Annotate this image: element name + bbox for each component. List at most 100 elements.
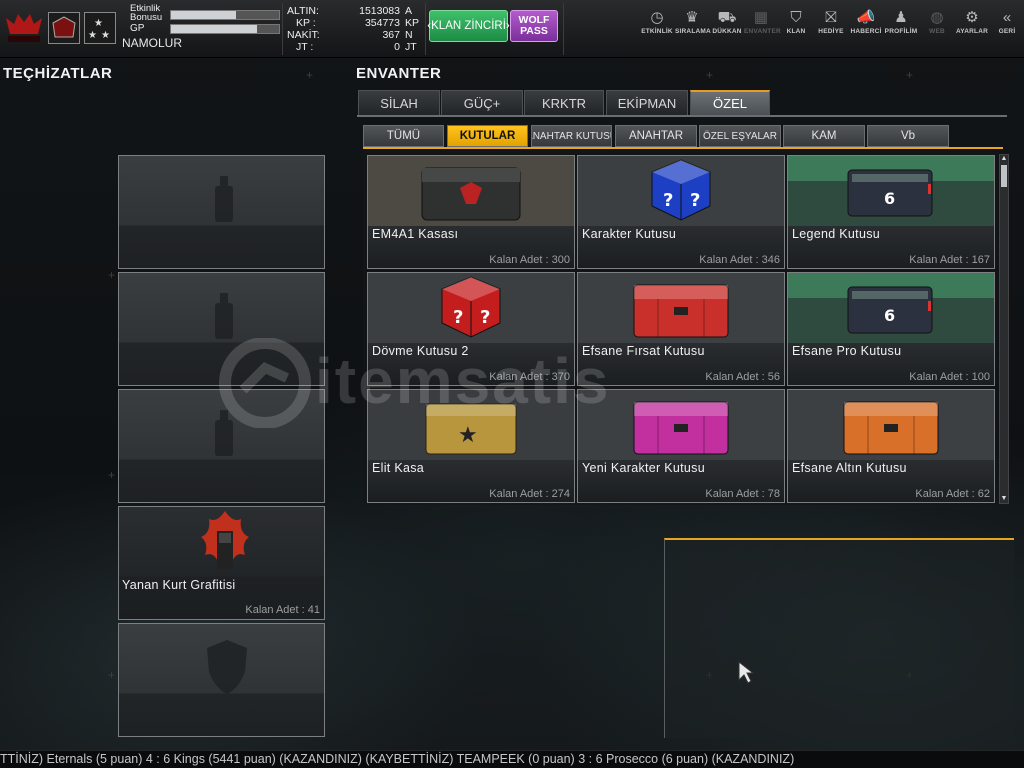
tab-2[interactable]: KRKTR — [524, 90, 604, 116]
klan-zinciri-button[interactable]: ‹KLAN ZİNCİRİ› — [427, 10, 510, 42]
inventory-icon: ▦ — [753, 9, 769, 26]
inventory-item-card[interactable]: 6 Efsane Pro Kutusu Kalan Adet : 100 — [787, 272, 995, 386]
grid-scrollbar[interactable]: ▲ ▼ — [999, 154, 1009, 504]
nav-etki̇nli̇k[interactable]: ◷ ETKİNLİK — [640, 8, 674, 35]
svg-text:?: ? — [690, 190, 700, 211]
currency-label: KP : — [296, 17, 316, 29]
equipment-slot[interactable] — [118, 272, 325, 386]
subtab-0[interactable]: TÜMÜ — [363, 125, 444, 147]
spray-can-icon — [213, 408, 235, 458]
currency-label: ALTIN: — [287, 5, 319, 17]
currency-value: 367 — [382, 29, 400, 41]
item-count: Kalan Adet : 167 — [909, 254, 990, 266]
item-count: Kalan Adet : 274 — [489, 488, 570, 500]
subtab-5[interactable]: KAM — [783, 125, 865, 147]
svg-text:?: ? — [663, 190, 673, 211]
scroll-down-icon[interactable]: ▼ — [1000, 495, 1008, 503]
subtab-6[interactable]: Vb — [867, 125, 949, 147]
item-name: Efsane Fırsat Kutusu — [582, 344, 705, 358]
equipment-slot[interactable] — [118, 155, 325, 269]
item-name: Efsane Altın Kutusu — [792, 461, 907, 475]
svg-text:6: 6 — [884, 189, 895, 208]
item-image — [578, 273, 784, 343]
equipment-heading: TEÇHİZATLAR — [3, 65, 113, 82]
gp-bar — [170, 24, 280, 34]
inventory-item-card[interactable]: ? ? Karakter Kutusu Kalan Adet : 346 — [577, 155, 785, 269]
nav-web: ◍ WEB — [920, 8, 954, 35]
match-ticker: TTİNİZ) Eternals (5 puan) 4 : 6 Kings (5… — [0, 750, 1024, 768]
item-name: EM4A1 Kasası — [372, 227, 459, 241]
mouse-cursor-icon — [738, 661, 754, 684]
inventory-item-card[interactable]: EM4A1 Kasası Kalan Adet : 300 — [367, 155, 575, 269]
equipment-slot[interactable] — [118, 389, 325, 503]
nav-label: HEDİYE — [818, 28, 844, 35]
scroll-thumb[interactable] — [1001, 165, 1007, 187]
nav-label: PROFİLİM — [884, 28, 918, 35]
item-image — [788, 390, 994, 460]
equipment-slot[interactable] — [118, 623, 325, 737]
inventory-item-card[interactable]: ★ Elit Kasa Kalan Adet : 274 — [367, 389, 575, 503]
item-count: Kalan Adet : 56 — [705, 371, 780, 383]
item-preview-panel — [664, 538, 1014, 738]
item-count: Kalan Adet : 370 — [489, 371, 570, 383]
megaphone-icon: 📣 — [856, 9, 876, 26]
subtab-4[interactable]: ÖZEL EŞYALAR — [699, 125, 781, 147]
wolf-pass-button[interactable]: WOLF PASS — [510, 10, 558, 42]
nav-dükkan[interactable]: ⛟ DÜKKAN — [710, 8, 744, 35]
spray-can-icon — [213, 291, 235, 341]
nav-ayarlar[interactable]: ⚙ AYARLAR — [955, 8, 989, 35]
item-name: Yeni Karakter Kutusu — [582, 461, 705, 475]
tab-4[interactable]: ÖZEL — [690, 90, 770, 116]
nav-haberci̇[interactable]: 📣 HABERCİ — [849, 8, 883, 35]
nav-envanter: ▦ ENVANTER — [744, 8, 781, 35]
inventory-item-card[interactable]: ? ? Dövme Kutusu 2 Kalan Adet : 370 — [367, 272, 575, 386]
back-chevrons-icon: « — [1002, 9, 1012, 26]
clan-logo — [6, 14, 42, 42]
nav-hedi̇ye[interactable]: ⛝ HEDİYE — [814, 8, 848, 35]
svg-text:★: ★ — [458, 423, 478, 448]
currency-value: 0 — [394, 41, 400, 53]
item-image: 6 — [788, 156, 994, 226]
item-image: ? ? — [578, 156, 784, 226]
player-name: NAMOLUR — [122, 36, 183, 50]
nav-profi̇li̇m[interactable]: ♟ PROFİLİM — [884, 8, 918, 35]
item-image — [368, 156, 574, 226]
svg-text:6: 6 — [884, 306, 895, 325]
inventory-item-card[interactable]: Efsane Fırsat Kutusu Kalan Adet : 56 — [577, 272, 785, 386]
subtab-3[interactable]: ANAHTAR — [615, 125, 697, 147]
gp-label: GP — [130, 23, 145, 34]
item-name: Karakter Kutusu — [582, 227, 677, 241]
tab-1[interactable]: GÜÇ+ — [441, 90, 523, 116]
item-image: ★ — [368, 390, 574, 460]
nav-label: WEB — [929, 28, 945, 35]
rank-emblem — [48, 12, 80, 44]
game-screen: ★ ★ ★ Etkinlik Bonusu GP NAMOLUR ALTIN: 151… — [0, 0, 1024, 768]
subtab-1[interactable]: KUTULAR — [447, 125, 528, 147]
subtab-2[interactable]: ANAHTAR KUTUSU — [531, 125, 612, 147]
item-name: Efsane Pro Kutusu — [792, 344, 902, 358]
item-image: ? ? — [368, 273, 574, 343]
nav-geri̇[interactable]: « GERİ — [990, 8, 1024, 35]
nav-label: KLAN — [786, 28, 806, 35]
scroll-up-icon[interactable]: ▲ — [1000, 155, 1008, 163]
item-count: Kalan Adet : 62 — [915, 488, 990, 500]
spray-can-icon — [213, 174, 235, 224]
equipment-slot[interactable]: Yanan Kurt Grafitisi Kalan Adet : 41 — [118, 506, 325, 620]
inventory-item-card[interactable]: Efsane Altın Kutusu Kalan Adet : 62 — [787, 389, 995, 503]
nav-siralama[interactable]: ♛ SIRALAMA — [675, 8, 711, 35]
svg-text:?: ? — [453, 307, 463, 328]
tab-3[interactable]: EKİPMAN — [606, 90, 688, 116]
clan-shield-icon: ⛉ — [790, 9, 802, 26]
inventory-item-card[interactable]: Yeni Karakter Kutusu Kalan Adet : 78 — [577, 389, 785, 503]
nav-klan[interactable]: ⛉ KLAN — [779, 8, 813, 35]
currency-value: 354773 — [364, 17, 400, 29]
cart-icon: ⛟ — [717, 9, 737, 26]
inventory-item-card[interactable]: 6 Legend Kutusu Kalan Adet : 167 — [787, 155, 995, 269]
etkinlik-bonus-bar — [170, 10, 280, 20]
item-count: Kalan Adet : 300 — [489, 254, 570, 266]
item-name: Dövme Kutusu 2 — [372, 344, 469, 358]
currency-unit: JT — [405, 41, 417, 53]
currency-unit: KP — [405, 17, 420, 29]
tab-0[interactable]: SİLAH — [358, 90, 440, 116]
nav-label: HABERCİ — [850, 28, 882, 35]
